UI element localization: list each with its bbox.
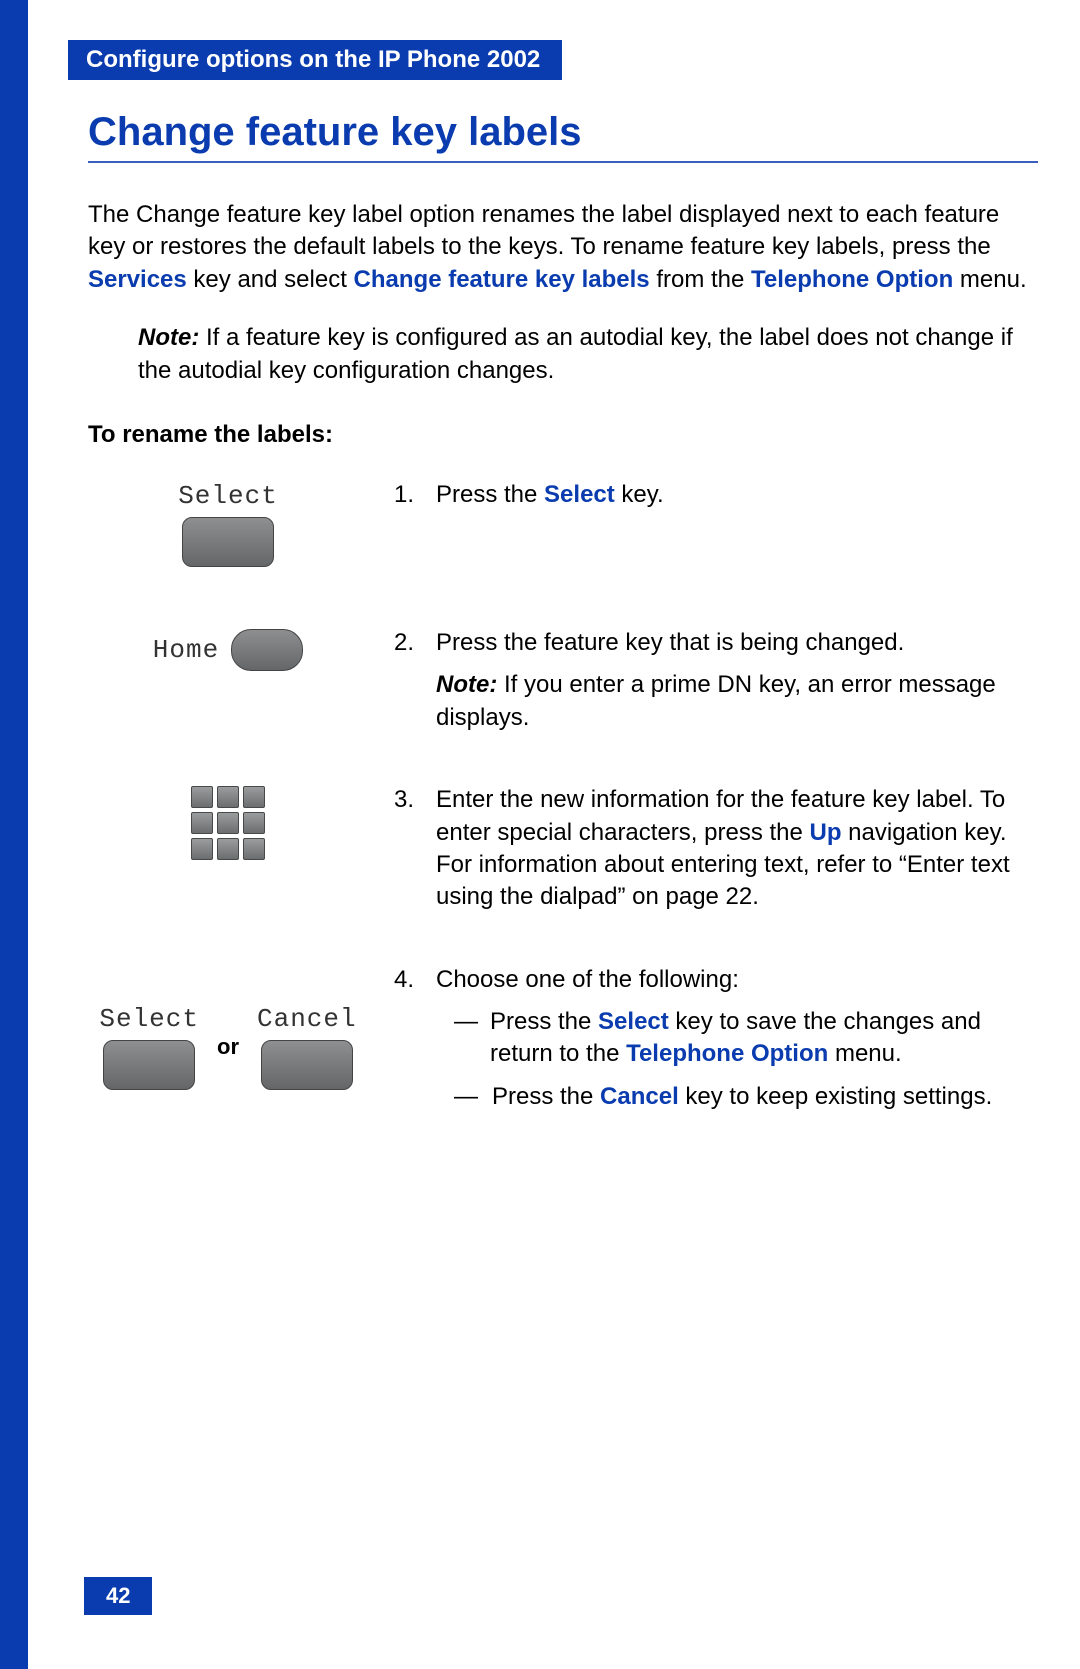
hl-services: Services	[88, 266, 187, 293]
step-1-number: 1.	[394, 479, 424, 511]
cancel-key-icon	[261, 1040, 353, 1090]
step-2-note-label: Note:	[436, 671, 497, 698]
step-3-number: 3.	[394, 784, 424, 914]
or-text: or	[217, 1034, 239, 1060]
step-1-text-b: key.	[615, 481, 664, 508]
choice-1-a: Press the	[490, 1008, 598, 1035]
note-1-body: If a feature key is configured as an aut…	[138, 324, 1013, 383]
intro-text-4: menu.	[953, 266, 1026, 293]
home-key-label: Home	[153, 635, 219, 665]
hl-select-1: Select	[544, 481, 615, 508]
intro-text-3: from the	[650, 266, 751, 293]
dialpad-icon	[191, 786, 265, 860]
dash-icon: —	[454, 1006, 476, 1071]
step-4: Select or Cancel 4. Choose one of the fo…	[88, 964, 1038, 1114]
step-2: Home 2. Press the feature key that is be…	[88, 627, 1038, 734]
page-number: 42	[84, 1577, 152, 1615]
step-3: 3. Enter the new information for the fea…	[88, 784, 1038, 914]
hl-cancel: Cancel	[600, 1083, 679, 1110]
choice-1-c: menu.	[828, 1040, 901, 1067]
hl-select-2: Select	[598, 1008, 669, 1035]
hl-telephone-option-2: Telephone Option	[626, 1040, 828, 1067]
select-key-icon	[182, 517, 274, 567]
choice-2-a: Press the	[492, 1083, 600, 1110]
select-key-icon-2	[103, 1040, 195, 1090]
select-key-figure: Select	[178, 481, 278, 567]
intro-text-2: key and select	[187, 266, 354, 293]
home-key-figure: Home	[153, 629, 303, 671]
hl-change-feature-key-labels: Change feature key labels	[354, 266, 650, 293]
step-2-note-body: If you enter a prime DN key, an error me…	[436, 671, 996, 730]
intro-text-1: The Change feature key label option rena…	[88, 201, 999, 260]
select-cancel-figure: Select or Cancel	[99, 1004, 356, 1090]
subheading: To rename the labels:	[88, 421, 1038, 449]
dash-icon: —	[454, 1081, 478, 1113]
choice-2-b: key to keep existing settings.	[679, 1083, 993, 1110]
hl-telephone-option: Telephone Option	[751, 266, 953, 293]
header-tab: Configure options on the IP Phone 2002	[68, 40, 562, 80]
step-4-number: 4.	[394, 964, 424, 1114]
step-4-lead: Choose one of the following:	[436, 966, 739, 993]
note-1: Note: If a feature key is configured as …	[138, 322, 1038, 387]
note-label: Note:	[138, 324, 199, 351]
home-key-icon	[231, 629, 303, 671]
cancel-key-label: Cancel	[257, 1004, 357, 1034]
section-heading: Change feature key labels	[88, 110, 1038, 163]
select-key-label-2: Select	[99, 1004, 199, 1034]
intro-paragraph: The Change feature key label option rena…	[88, 199, 1038, 296]
step-2-number: 2.	[394, 627, 424, 734]
step-1-text-a: Press the	[436, 481, 544, 508]
select-key-label: Select	[178, 481, 278, 511]
step-1: Select 1. Press the Select key.	[88, 479, 1038, 567]
step-2-body: Press the feature key that is being chan…	[436, 629, 904, 656]
hl-up: Up	[810, 819, 842, 846]
